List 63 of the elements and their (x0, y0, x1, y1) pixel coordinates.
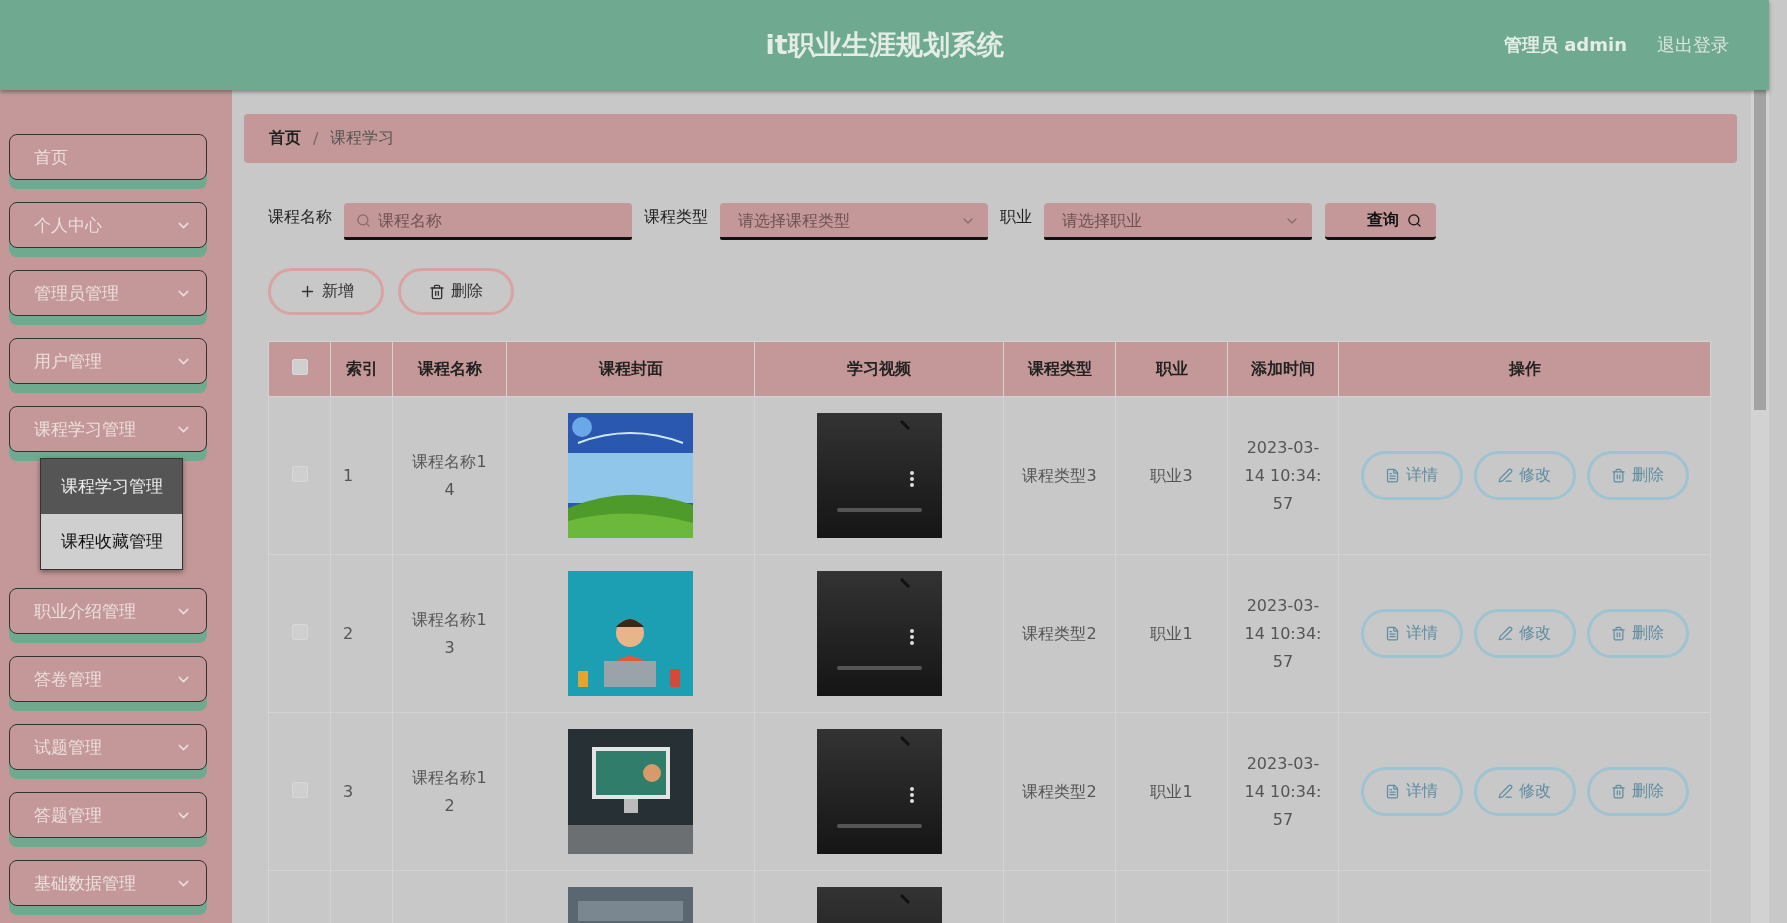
field-label: 课程类型 (644, 207, 708, 228)
query-button[interactable]: 查询 (1325, 203, 1436, 240)
column-header: 课程封面 (506, 341, 755, 397)
column-header: 课程名称 (392, 341, 507, 397)
breadcrumb-link[interactable]: 课程学习 (330, 128, 395, 149)
detail-button[interactable]: 详情 (1360, 767, 1463, 816)
delete-button[interactable]: 删除 (1586, 609, 1689, 658)
document-icon (1385, 468, 1400, 483)
table-cell-text: 1 (342, 466, 355, 485)
trash-icon (1611, 468, 1626, 483)
edit-button[interactable]: 修改 (1473, 609, 1576, 658)
document-icon (1385, 784, 1400, 799)
scrollbar[interactable] (1751, 90, 1769, 923)
submenu-item[interactable]: 课程收藏管理 (41, 514, 182, 569)
trash-icon (429, 283, 445, 300)
column-header: 学习视频 (754, 341, 1004, 397)
delete-button[interactable]: 删除 (1586, 451, 1689, 500)
breadcrumb-separator: / (313, 129, 319, 148)
table-cell-text: 课程名称12 (411, 766, 488, 817)
field-label: 课程名称 (268, 207, 332, 228)
column-header: 索引 (330, 341, 393, 397)
table-cell-text: 2 (342, 624, 355, 643)
table-cell-text: 课程名称14 (411, 450, 488, 501)
search-icon (1407, 212, 1422, 228)
table-cell-text: 2023-03-14 10:34:57 (1243, 752, 1323, 831)
field-label: 职业 (1000, 207, 1032, 228)
table-cell-text: 3 (342, 782, 355, 801)
table-cell-text: 课程名称13 (411, 608, 488, 659)
table-cell-text: 课程类型3 (1021, 464, 1098, 487)
edit-button[interactable]: 修改 (1473, 767, 1576, 816)
table-cell-text: 课程类型2 (1021, 780, 1098, 803)
column-header: 添加时间 (1227, 341, 1339, 397)
table-cell-text: 职业1 (1149, 622, 1194, 645)
table-cell-text: 课程类型2 (1021, 622, 1098, 645)
column-header: 课程类型 (1003, 341, 1116, 397)
edit-button[interactable]: 修改 (1473, 451, 1576, 500)
submenu-item[interactable]: 课程学习管理 (41, 459, 182, 514)
logout-link[interactable]: 退出登录 (1657, 33, 1729, 57)
pencil-icon (1498, 626, 1513, 641)
app-title: it职业生涯规划系统 (765, 28, 1004, 62)
search-icon (356, 213, 371, 228)
document-icon (1385, 626, 1400, 641)
delete-button[interactable]: 删除 (398, 268, 514, 315)
delete-button[interactable]: 删除 (1586, 767, 1689, 816)
trash-icon (1611, 626, 1626, 641)
table-cell-text: 职业1 (1149, 780, 1194, 803)
trash-icon (1611, 784, 1626, 799)
search-field[interactable]: 课程名称 (344, 203, 632, 240)
user-name: 管理员 admin (1503, 33, 1627, 57)
detail-button[interactable]: 详情 (1360, 451, 1463, 500)
table-cell-text: 2023-03-14 10:34:57 (1243, 436, 1323, 515)
breadcrumb-link[interactable]: 首页 (269, 128, 301, 149)
pencil-icon (1498, 784, 1513, 799)
detail-button[interactable]: 详情 (1360, 609, 1463, 658)
select-field[interactable]: 请选择课程类型 (720, 203, 988, 240)
pencil-icon (1498, 468, 1513, 483)
table-cell-text: 职业3 (1149, 464, 1194, 487)
column-header: 职业 (1115, 341, 1228, 397)
table-cell-text: 2023-03-14 10:34:57 (1243, 594, 1323, 673)
column-header: 操作 (1338, 341, 1711, 397)
add-button[interactable]: 新增 (268, 268, 384, 315)
select-field[interactable]: 请选择职业 (1044, 203, 1312, 240)
checkbox[interactable] (291, 359, 308, 375)
